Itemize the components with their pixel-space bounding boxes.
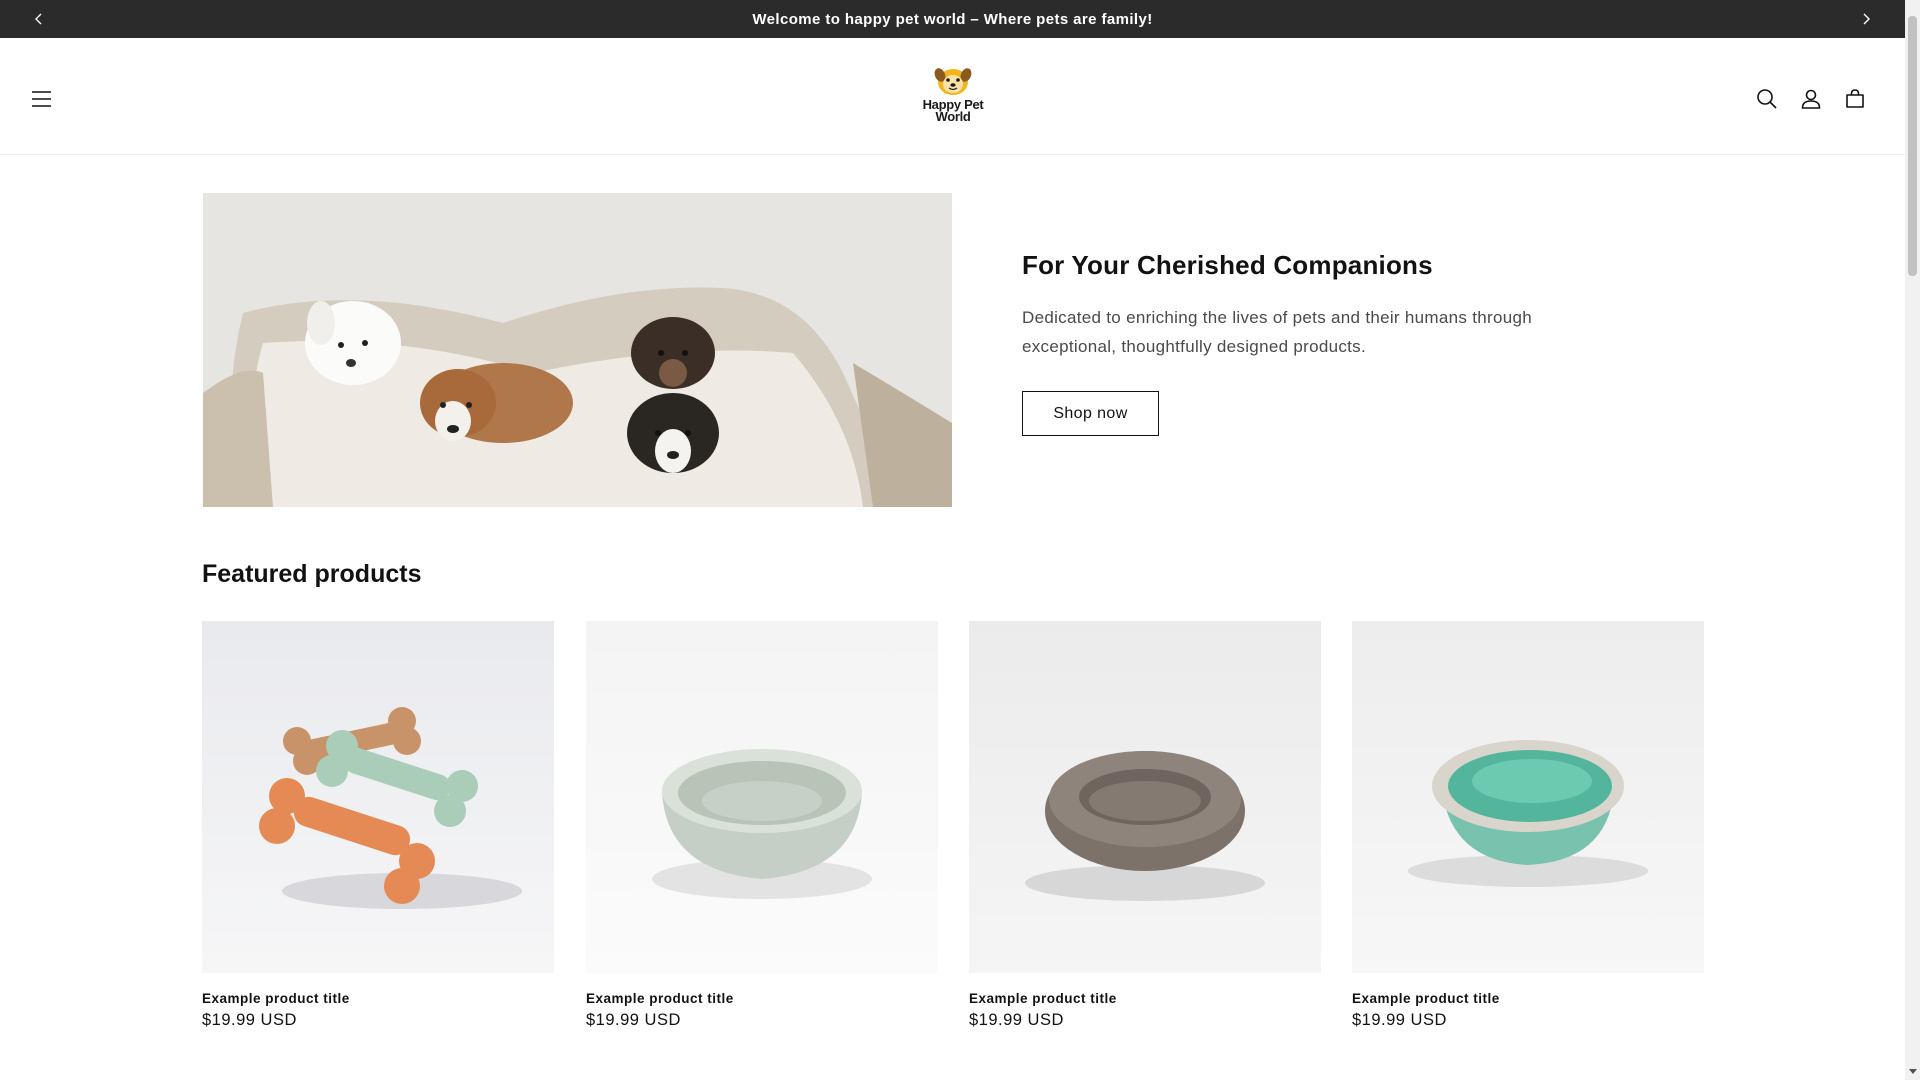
shop-now-button[interactable]: Shop now [1022,391,1159,436]
litter-box-image [1352,621,1704,973]
announcement-text: Welcome to happy pet world – Where pets … [752,10,1153,28]
cart-button[interactable] [1835,79,1875,119]
cart-icon [1846,89,1864,108]
ceramic-bowl-image [586,621,938,973]
product-title[interactable]: Example product title [969,991,1321,1006]
featured-products-heading: Featured products [202,560,422,588]
product-title[interactable]: Example product title [202,991,554,1006]
product-title[interactable]: Example product title [586,991,938,1006]
search-button[interactable] [1747,79,1787,119]
dog-face-logo-icon [934,68,972,95]
announcement-prev-button[interactable] [20,0,58,38]
announcement-next-button[interactable] [1847,0,1885,38]
puppies-in-bed-image [203,193,952,507]
product-card[interactable]: Example product title $19.99 USD [586,621,938,1030]
product-card[interactable]: Example product title $19.99 USD [969,621,1321,1030]
hamburger-menu-icon [32,91,51,107]
search-icon [1757,89,1777,109]
dog-bone-toys-image [202,621,554,973]
menu-button[interactable] [22,79,62,119]
round-pet-bed-image [969,621,1321,973]
product-title[interactable]: Example product title [1352,991,1704,1006]
logo-text: Happy Pet World [923,98,984,124]
chevron-left-icon [35,13,42,25]
scrollbar-thumb[interactable] [1908,16,1917,276]
chevron-right-icon [1863,13,1870,25]
logo-line-2: World [935,109,971,124]
product-card[interactable]: Example product title $19.99 USD [202,621,554,1030]
product-price: $19.99 USD [586,1011,681,1029]
hero-content: For Your Cherished Companions Dedicated … [1022,250,1582,436]
announcement-bar: Welcome to happy pet world – Where pets … [0,0,1905,38]
product-image[interactable] [202,621,554,973]
product-price: $19.99 USD [1352,1011,1447,1029]
site-logo[interactable]: Happy Pet World [915,66,991,132]
product-price: $19.99 USD [969,1011,1064,1029]
hero-image [203,193,952,507]
site-header: Happy Pet World [0,38,1905,155]
product-image[interactable] [586,621,938,973]
product-image[interactable] [969,621,1321,973]
triangle-down-icon [1908,1069,1917,1074]
product-price: $19.99 USD [202,1011,297,1029]
hero-description: Dedicated to enriching the lives of pets… [1022,308,1532,356]
account-button[interactable] [1791,79,1831,119]
product-card[interactable]: Example product title $19.99 USD [1352,621,1704,1030]
product-image[interactable] [1352,621,1704,973]
scroll-down-button[interactable] [1905,1064,1920,1080]
hero-title: For Your Cherished Companions [1022,250,1433,280]
account-icon [1801,89,1821,109]
